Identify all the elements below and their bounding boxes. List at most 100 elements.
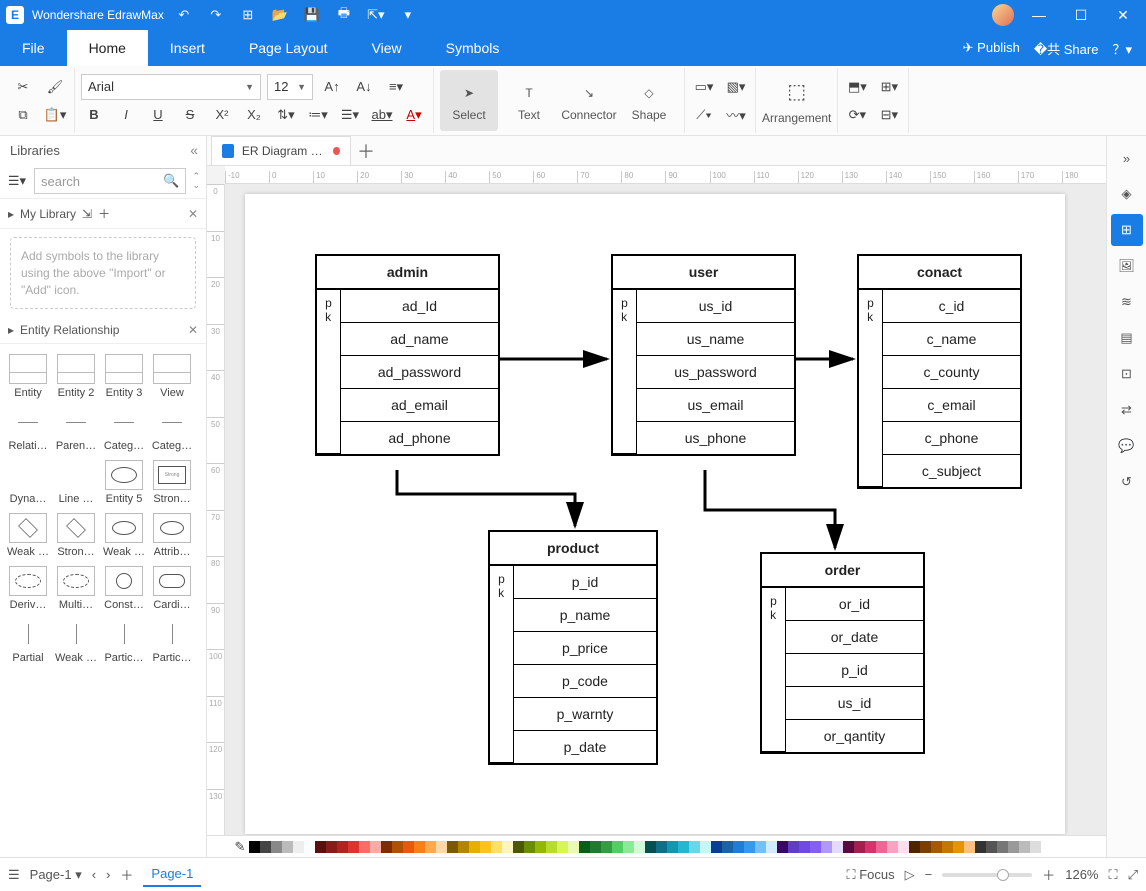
shape-item[interactable]: Dyna… [4,456,52,509]
color-swatch[interactable] [711,841,722,853]
superscript-icon[interactable]: X² [209,102,235,128]
shape-item[interactable]: Entity 5 [100,456,148,509]
theme-icon[interactable]: ◈ [1111,178,1143,210]
color-swatch[interactable] [513,841,524,853]
shape-item[interactable]: Categ… [100,403,148,456]
color-swatch[interactable] [249,841,260,853]
line-spacing-icon[interactable]: ⇅▾ [273,102,299,128]
strike-icon[interactable]: S [177,102,203,128]
shape-item[interactable]: Weak … [4,509,52,562]
expand-sidebar-icon[interactable]: » [1111,142,1143,174]
color-swatch[interactable] [733,841,744,853]
color-swatch[interactable] [315,841,326,853]
color-swatch[interactable] [1008,841,1019,853]
library-scroll-buttons[interactable]: ⌃⌄ [192,172,200,190]
color-swatch[interactable] [931,841,942,853]
color-swatch[interactable] [667,841,678,853]
color-swatch[interactable] [744,841,755,853]
color-swatch[interactable] [557,841,568,853]
color-swatch[interactable] [964,841,975,853]
color-swatch[interactable] [1041,841,1052,853]
menu-view[interactable]: View [350,30,424,66]
shape-item[interactable]: Partial [4,615,52,668]
fill-icon[interactable]: ▭▾ [691,74,717,100]
color-swatch[interactable] [436,841,447,853]
color-swatch[interactable] [480,841,491,853]
open-icon[interactable]: 📂 [268,4,292,26]
entity-product[interactable]: productpkp_idp_namep_pricep_codep_warnty… [488,530,658,765]
fit-page-button[interactable]: ⛶ [1108,867,1117,883]
shape-item[interactable]: Multi… [52,562,100,615]
group-icon[interactable]: ⬒▾ [844,74,870,100]
color-swatch[interactable] [590,841,601,853]
more-icon[interactable]: ▾ [396,4,420,26]
rotate-icon[interactable]: ⟳▾ [844,102,870,128]
minimize-button[interactable]: — [1022,3,1056,27]
color-swatch[interactable] [326,841,337,853]
color-swatch[interactable] [458,841,469,853]
menu-file[interactable]: File [0,30,67,66]
color-swatch[interactable] [843,841,854,853]
shape-item[interactable]: Stron… [52,509,100,562]
cut-icon[interactable]: ✂ [10,74,36,100]
add-lib-icon[interactable]: ＋ [98,205,110,222]
color-swatch[interactable] [293,841,304,853]
color-swatch[interactable] [634,841,645,853]
shape-item[interactable]: Weak … [52,615,100,668]
color-swatch[interactable] [414,841,425,853]
color-swatch[interactable] [502,841,513,853]
copy-icon[interactable]: ⧉ [10,102,36,128]
eyedropper-icon[interactable]: ✎ [231,835,249,857]
color-swatch[interactable] [986,841,997,853]
color-swatch[interactable] [359,841,370,853]
color-swatch[interactable] [909,841,920,853]
color-swatch[interactable] [953,841,964,853]
color-swatch[interactable] [392,841,403,853]
import-lib-icon[interactable]: ⇲ [82,207,92,221]
shape-item[interactable]: Cardi… [148,562,196,615]
select-tool[interactable]: ➤Select [440,70,498,131]
close-button[interactable]: ✕ [1106,3,1140,27]
color-swatch[interactable] [524,841,535,853]
color-swatch[interactable] [722,841,733,853]
shape-item[interactable]: Weak … [100,509,148,562]
color-swatch[interactable] [832,841,843,853]
color-swatch[interactable] [700,841,711,853]
shape-item[interactable]: Paren… [52,403,100,456]
subscript-icon[interactable]: X₂ [241,102,267,128]
color-swatch[interactable] [535,841,546,853]
search-input[interactable]: search 🔍 [34,168,186,194]
shape-item[interactable]: Categ… [148,403,196,456]
shape-item[interactable]: Partic… [148,615,196,668]
color-swatch[interactable] [799,841,810,853]
color-swatch[interactable] [337,841,348,853]
color-swatch[interactable] [821,841,832,853]
color-swatch[interactable] [425,841,436,853]
entity-admin[interactable]: adminpkad_Idad_namead_passwordad_emailad… [315,254,500,456]
color-swatch[interactable] [887,841,898,853]
color-swatch[interactable] [546,841,557,853]
add-tab-button[interactable]: ＋ [351,136,381,165]
highlight-icon[interactable]: ab▾ [369,102,395,128]
redo-icon[interactable]: ↷ [204,4,228,26]
help-button[interactable]: ？▾ [1112,39,1132,58]
color-swatch[interactable] [447,841,458,853]
next-page-button[interactable]: › [106,867,110,882]
color-swatch[interactable] [1030,841,1041,853]
bold-icon[interactable]: B [81,102,107,128]
canvas[interactable]: adminpkad_Idad_namead_passwordad_emailad… [225,184,1106,835]
color-swatch[interactable] [755,841,766,853]
shape-item[interactable]: Partic… [100,615,148,668]
color-swatch[interactable] [579,841,590,853]
arrangement-icon[interactable]: ⬚ [777,77,817,107]
color-swatch[interactable] [601,841,612,853]
search-icon[interactable]: 🔍 [163,173,179,189]
underline-icon[interactable]: U [145,102,171,128]
color-swatch[interactable] [898,841,909,853]
font-color-icon[interactable]: A▾ [401,102,427,128]
shape-item[interactable]: Relati… [4,403,52,456]
decrease-font-icon[interactable]: A↓ [351,74,377,100]
color-swatch[interactable] [876,841,887,853]
increase-font-icon[interactable]: A↑ [319,74,345,100]
zoom-out-button[interactable]: − [925,867,933,882]
